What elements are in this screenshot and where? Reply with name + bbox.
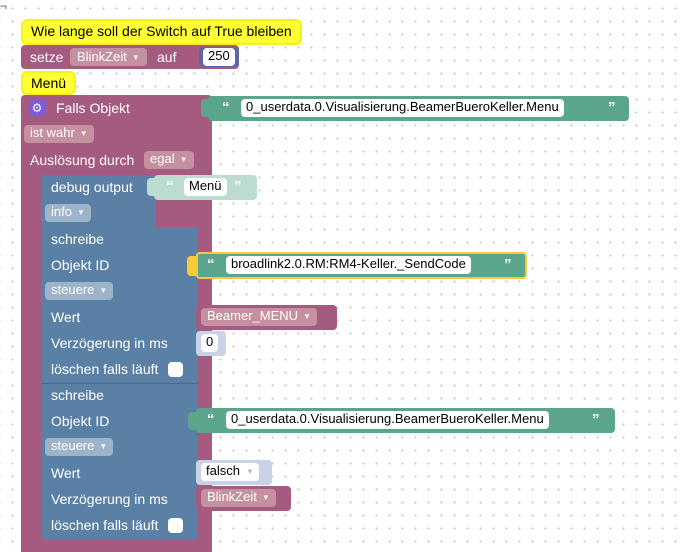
write-mode-dropdown[interactable]: steuere ▼: [45, 282, 114, 300]
condition-dropdown[interactable]: ist wahr ▼: [24, 125, 94, 143]
delay-label: Verzögerung in ms: [51, 491, 168, 507]
chevron-down-icon: ▼: [303, 312, 311, 321]
write2-object-id-block[interactable]: “ 0_userdata.0.Visualisierung.BeamerBuer…: [196, 408, 615, 433]
write1-value-dropdown[interactable]: Beamer_MENU ▼: [201, 308, 317, 326]
debug-level-dropdown[interactable]: info ▼: [45, 204, 91, 222]
write1-delay-block[interactable]: 0: [196, 331, 226, 356]
write1-delay-field[interactable]: 0: [201, 334, 219, 352]
value-label: Wert: [51, 309, 81, 325]
quote-close-icon: ”: [504, 256, 512, 273]
math-number-block[interactable]: 250: [199, 47, 239, 67]
quote-close-icon: ”: [592, 411, 600, 428]
chevron-down-icon: ▼: [99, 286, 108, 295]
chevron-down-icon: ▼: [245, 467, 254, 476]
variable-dropdown[interactable]: BlinkZeit ▼: [70, 48, 147, 66]
trigger-label: Falls Objekt: [56, 100, 130, 116]
quote-open-icon: “: [207, 256, 215, 273]
debug-text-field[interactable]: Menü: [184, 178, 227, 196]
trigger-object-id-block[interactable]: “ 0_userdata.0.Visualisierung.BeamerBuer…: [208, 96, 629, 121]
chevron-down-icon: ▼: [131, 53, 140, 62]
chevron-down-icon: ▼: [179, 155, 188, 164]
clear-if-running-checkbox[interactable]: [168, 362, 183, 377]
write1-object-id-block[interactable]: “ broadlink2.0.RM:RM4-Keller._SendCode ”: [196, 252, 527, 279]
write-block-2[interactable]: schreibe Objekt ID steuere ▼ Wert Verzöge…: [41, 383, 198, 540]
write2-object-id-field[interactable]: 0_userdata.0.Visualisierung.BeamerBueroK…: [226, 411, 549, 429]
clear-if-running-checkbox[interactable]: [168, 518, 183, 533]
debug-label: debug output: [51, 179, 133, 195]
write2-delay-dropdown[interactable]: BlinkZeit ▼: [201, 489, 276, 507]
set-keyword: setze: [30, 49, 64, 65]
object-id-label: Objekt ID: [51, 413, 110, 429]
quote-open-icon: “: [207, 411, 215, 428]
chevron-down-icon: ▼: [99, 442, 108, 451]
write-label: schreibe: [51, 387, 104, 403]
chevron-down-icon: ▼: [261, 493, 270, 502]
comment-menu[interactable]: Menü: [21, 71, 77, 95]
quote-open-icon: “: [166, 178, 174, 195]
chevron-down-icon: ▼: [76, 208, 85, 217]
delay-label: Verzögerung in ms: [51, 335, 168, 351]
set-variable-block[interactable]: setze BlinkZeit ▼ auf 250: [21, 45, 239, 69]
trigger-by-dropdown[interactable]: egal ▼: [144, 151, 194, 169]
object-id-label: Objekt ID: [51, 257, 110, 273]
comment-switch-duration[interactable]: Wie lange soll der Switch auf True bleib…: [21, 19, 302, 45]
gear-icon[interactable]: ⚙: [29, 100, 45, 116]
write1-object-id-field[interactable]: broadlink2.0.RM:RM4-Keller._SendCode: [226, 256, 471, 274]
clear-if-running-label: löschen falls läuft: [51, 361, 159, 377]
write-block-1[interactable]: schreibe Objekt ID steuere ▼ Wert Verzöge…: [41, 227, 198, 383]
write-mode-dropdown[interactable]: steuere ▼: [45, 438, 114, 456]
trigger-object-id-field[interactable]: 0_userdata.0.Visualisierung.BeamerBueroK…: [241, 99, 564, 117]
trigger-by-label: Auslösung durch: [30, 152, 135, 168]
debug-output-block[interactable]: debug output info ▼: [41, 175, 156, 227]
number-value-field[interactable]: 250: [203, 48, 235, 66]
to-keyword: auf: [157, 49, 177, 65]
clear-if-running-label: löschen falls läuft: [51, 517, 159, 533]
write2-delay-block[interactable]: BlinkZeit ▼: [196, 486, 291, 511]
quote-close-icon: ”: [234, 178, 242, 195]
quote-open-icon: “: [222, 99, 230, 116]
write-label: schreibe: [51, 231, 104, 247]
write2-value-dropdown[interactable]: falsch ▼: [201, 463, 259, 481]
debug-text-block[interactable]: “ Menü ”: [154, 175, 257, 200]
write2-value-block[interactable]: falsch ▼: [196, 460, 272, 485]
value-label: Wert: [51, 465, 81, 481]
corner-mark-icon: ⌐: [0, 0, 8, 13]
quote-close-icon: ”: [608, 99, 616, 116]
write1-value-block[interactable]: Beamer_MENU ▼: [196, 305, 337, 330]
chevron-down-icon: ▼: [79, 129, 88, 138]
